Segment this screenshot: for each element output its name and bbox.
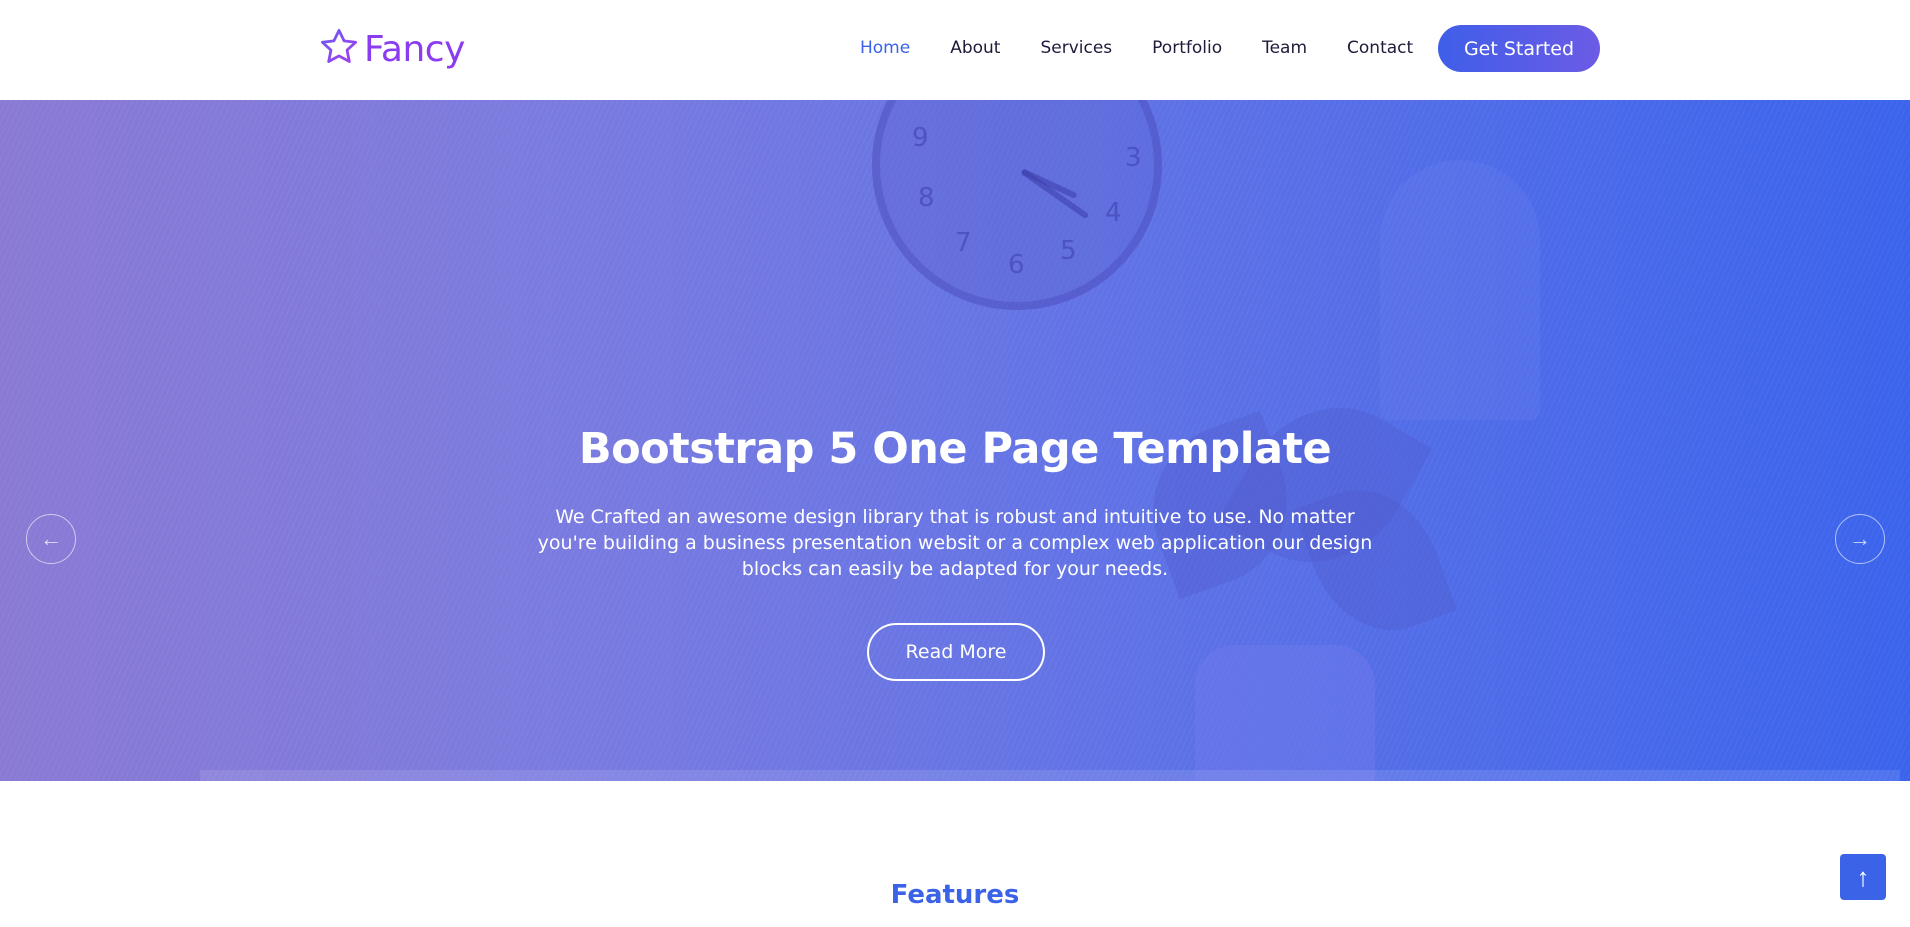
logo-text: Fancy [364, 28, 465, 70]
arrow-left-icon: ← [40, 526, 62, 551]
plant-pot-image [1195, 645, 1375, 781]
clock-number: 6 [1008, 250, 1025, 280]
back-to-top-button[interactable]: ↑ [1840, 854, 1886, 900]
clock-number: 7 [955, 228, 972, 258]
clock-number: 3 [1125, 143, 1142, 173]
clock-number: 8 [918, 183, 935, 213]
site-header: Fancy Home About Services Portfolio Team… [0, 0, 1910, 100]
nav-item-contact[interactable]: Contact [1347, 38, 1413, 58]
lamp-image [1380, 160, 1540, 420]
nav-item-home[interactable]: Home [860, 38, 910, 58]
logo[interactable]: Fancy [318, 26, 465, 72]
hero-title: Bootstrap 5 One Page Template [578, 424, 1332, 474]
clock-number: 9 [912, 123, 929, 153]
clock-number: 4 [1105, 198, 1122, 228]
arrow-up-icon: ↑ [1856, 861, 1870, 892]
hero-slider: 3 4 5 6 7 8 9 Bootstrap 5 One Page Templ… [0, 100, 1910, 781]
arrow-right-icon: → [1849, 526, 1871, 551]
nav-item-services[interactable]: Services [1040, 38, 1112, 58]
star-outline-icon [318, 26, 360, 73]
clock-number: 5 [1060, 236, 1077, 266]
main-nav: Home About Services Portfolio Team Conta… [860, 0, 1433, 96]
nav-item-about[interactable]: About [950, 38, 1000, 58]
clock-hand [1020, 168, 1078, 200]
nav-item-portfolio[interactable]: Portfolio [1152, 38, 1222, 58]
features-heading: Features [890, 880, 1020, 910]
slider-next-button[interactable]: → [1835, 514, 1885, 564]
hero-description: We Crafted an awesome design library tha… [537, 506, 1373, 580]
get-started-button[interactable]: Get Started [1438, 25, 1600, 72]
slider-prev-button[interactable]: ← [26, 514, 76, 564]
read-more-button[interactable]: Read More [867, 623, 1045, 681]
shelf-image [200, 770, 1900, 781]
nav-item-team[interactable]: Team [1262, 38, 1307, 58]
